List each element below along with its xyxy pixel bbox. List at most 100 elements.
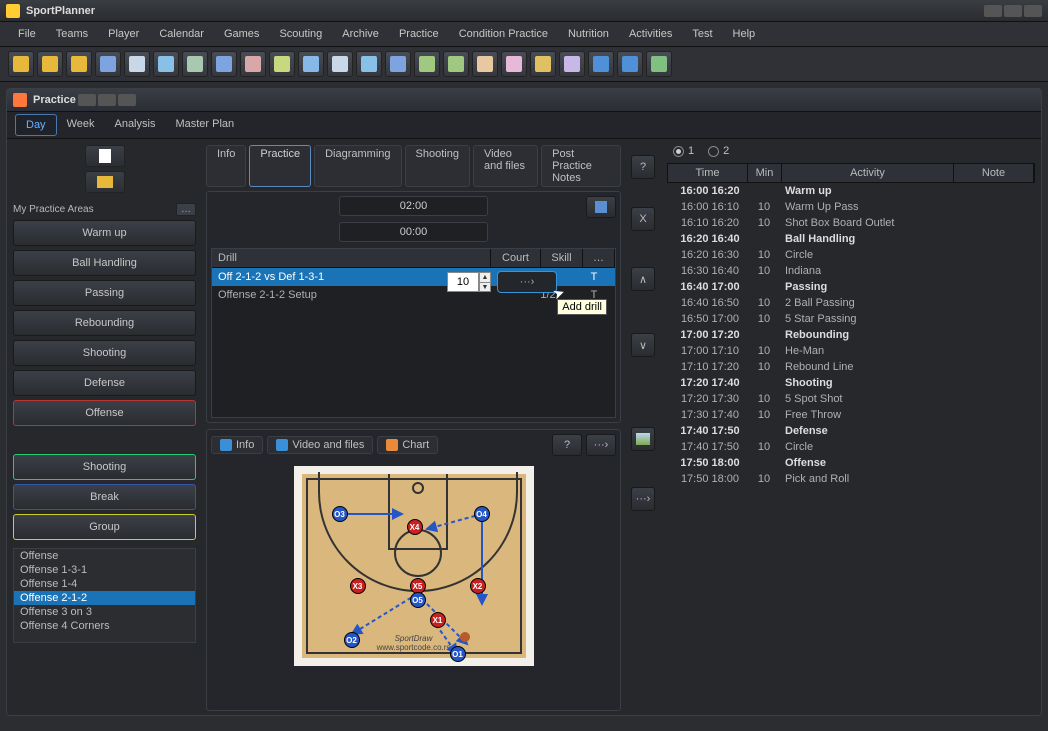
minimize-button[interactable] xyxy=(984,5,1002,17)
schedule-row[interactable]: 17:40 17:5010Circle xyxy=(667,439,1035,455)
diag-tab-chart[interactable]: Chart xyxy=(377,436,438,454)
subtab-shooting[interactable]: Shooting xyxy=(405,145,470,187)
drill-minutes-input[interactable]: 10 xyxy=(447,272,479,292)
toolbar-button-8[interactable] xyxy=(240,51,266,77)
toolbar-button-1[interactable] xyxy=(37,51,63,77)
area-warm-up[interactable]: Warm up xyxy=(13,220,196,246)
help-button[interactable]: ? xyxy=(631,155,655,179)
export-button[interactable]: ···› xyxy=(631,487,655,511)
schedule-section[interactable]: 16:20 16:40Ball Handling xyxy=(667,231,1035,247)
list-item[interactable]: Offense 1-3-1 xyxy=(14,563,195,577)
sub-close[interactable] xyxy=(118,94,136,106)
diag-help-button[interactable]: ? xyxy=(552,434,582,456)
menu-nutrition[interactable]: Nutrition xyxy=(558,24,619,44)
areas-options[interactable]: … xyxy=(176,203,196,216)
schedule-row[interactable]: 16:10 16:2010Shot Box Board Outlet xyxy=(667,215,1035,231)
drill-list[interactable]: OffenseOffense 1-3-1Offense 1-4Offense 2… xyxy=(13,548,196,643)
list-item[interactable]: Offense 1-4 xyxy=(14,577,195,591)
subtab-info[interactable]: Info xyxy=(206,145,246,187)
save-button[interactable] xyxy=(586,196,616,218)
sub-minimize[interactable] xyxy=(78,94,96,106)
menu-calendar[interactable]: Calendar xyxy=(149,24,214,44)
schedule-row[interactable]: 17:00 17:1010He-Man xyxy=(667,343,1035,359)
menu-activities[interactable]: Activities xyxy=(619,24,682,44)
schedule-section[interactable]: 16:40 17:00Passing xyxy=(667,279,1035,295)
menu-practice[interactable]: Practice xyxy=(389,24,449,44)
toolbar-button-13[interactable] xyxy=(385,51,411,77)
toolbar-button-14[interactable] xyxy=(414,51,440,77)
toolbar-button-19[interactable] xyxy=(559,51,585,77)
menu-player[interactable]: Player xyxy=(98,24,149,44)
close-button[interactable] xyxy=(1024,5,1042,17)
diag-tab-video-and-files[interactable]: Video and files xyxy=(267,436,373,454)
schedule-row[interactable]: 16:40 16:50102 Ball Passing xyxy=(667,295,1035,311)
toolbar-button-2[interactable] xyxy=(66,51,92,77)
toolbar-button-7[interactable] xyxy=(211,51,237,77)
subtab-diagramming[interactable]: Diagramming xyxy=(314,145,401,187)
category-shooting[interactable]: Shooting xyxy=(13,454,196,480)
menu-games[interactable]: Games xyxy=(214,24,269,44)
toolbar-button-5[interactable] xyxy=(153,51,179,77)
toolbar-button-6[interactable] xyxy=(182,51,208,77)
diag-tab-info[interactable]: Info xyxy=(211,436,263,454)
schedule-row[interactable]: 16:50 17:00105 Star Passing xyxy=(667,311,1035,327)
subtab-video-and-files[interactable]: Video and files xyxy=(473,145,538,187)
subtab-post-practice-notes[interactable]: Post Practice Notes xyxy=(541,145,621,187)
radio-1[interactable]: 1 xyxy=(673,145,694,157)
col-more[interactable]: … xyxy=(583,249,615,267)
category-group[interactable]: Group xyxy=(13,514,196,540)
remove-drill-button[interactable]: X xyxy=(631,207,655,231)
diag-next-button[interactable]: ···› xyxy=(586,434,616,456)
list-item[interactable]: Offense xyxy=(14,549,195,563)
schedule-body[interactable]: 16:00 16:20Warm up16:00 16:1010Warm Up P… xyxy=(667,183,1035,711)
toolbar-button-15[interactable] xyxy=(443,51,469,77)
toolbar-button-3[interactable] xyxy=(95,51,121,77)
tab-analysis[interactable]: Analysis xyxy=(104,114,165,136)
menu-teams[interactable]: Teams xyxy=(46,24,98,44)
spinner-arrows[interactable]: ▲▼ xyxy=(479,272,491,292)
maximize-button[interactable] xyxy=(1004,5,1022,17)
list-item[interactable]: Offense 4 Corners xyxy=(14,619,195,633)
menu-file[interactable]: File xyxy=(8,24,46,44)
menu-help[interactable]: Help xyxy=(723,24,766,44)
list-item[interactable]: Offense 2-1-2 xyxy=(14,591,195,605)
subtab-practice[interactable]: Practice xyxy=(249,145,311,187)
menu-archive[interactable]: Archive xyxy=(332,24,389,44)
toolbar-button-11[interactable] xyxy=(327,51,353,77)
toolbar-button-16[interactable] xyxy=(472,51,498,77)
schedule-row[interactable]: 16:00 16:1010Warm Up Pass xyxy=(667,199,1035,215)
schedule-section[interactable]: 17:00 17:20Rebounding xyxy=(667,327,1035,343)
toolbar-button-0[interactable] xyxy=(8,51,34,77)
add-drill-button[interactable]: ···› xyxy=(497,271,557,293)
schedule-row[interactable]: 16:30 16:4010Indiana xyxy=(667,263,1035,279)
category-break[interactable]: Break xyxy=(13,484,196,510)
sub-maximize[interactable] xyxy=(98,94,116,106)
tab-day[interactable]: Day xyxy=(15,114,57,136)
toolbar-button-10[interactable] xyxy=(298,51,324,77)
toolbar-button-17[interactable] xyxy=(501,51,527,77)
menu-test[interactable]: Test xyxy=(682,24,722,44)
radio-2[interactable]: 2 xyxy=(708,145,729,157)
menu-condition-practice[interactable]: Condition Practice xyxy=(449,24,558,44)
area-shooting[interactable]: Shooting xyxy=(13,340,196,366)
schedule-row[interactable]: 16:20 16:3010Circle xyxy=(667,247,1035,263)
image-button[interactable] xyxy=(631,427,655,451)
toolbar-button-18[interactable] xyxy=(530,51,556,77)
toolbar-button-4[interactable] xyxy=(124,51,150,77)
area-ball-handling[interactable]: Ball Handling xyxy=(13,250,196,276)
toolbar-button-12[interactable] xyxy=(356,51,382,77)
menu-scouting[interactable]: Scouting xyxy=(269,24,332,44)
area-rebounding[interactable]: Rebounding xyxy=(13,310,196,336)
schedule-section[interactable]: 17:20 17:40Shooting xyxy=(667,375,1035,391)
schedule-row[interactable]: 17:50 18:0010Pick and Roll xyxy=(667,471,1035,487)
schedule-section[interactable]: 16:00 16:20Warm up xyxy=(667,183,1035,199)
area-offense[interactable]: Offense xyxy=(13,400,196,426)
schedule-section[interactable]: 17:50 18:00Offense xyxy=(667,455,1035,471)
list-item[interactable]: Offense 3 on 3 xyxy=(14,605,195,619)
new-file-button[interactable] xyxy=(85,145,125,167)
toolbar-button-20[interactable] xyxy=(588,51,614,77)
toolbar-button-21[interactable] xyxy=(617,51,643,77)
col-skill[interactable]: Skill xyxy=(541,249,583,267)
col-court[interactable]: Court xyxy=(491,249,541,267)
area-defense[interactable]: Defense xyxy=(13,370,196,396)
